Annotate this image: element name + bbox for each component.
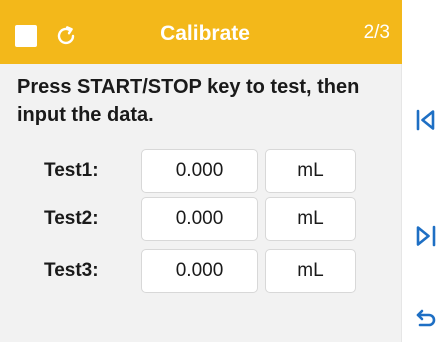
test-unit-field[interactable]: mL <box>265 197 356 241</box>
test-row: Test3: 0.000 mL <box>0 249 402 293</box>
checkbox-square-icon[interactable] <box>15 25 37 47</box>
skip-to-start-icon[interactable] <box>414 108 438 132</box>
test-unit-field[interactable]: mL <box>265 249 356 293</box>
test-unit-field[interactable]: mL <box>265 149 356 193</box>
test-row: Test1: 0.000 mL <box>0 149 402 193</box>
test-value-field[interactable]: 0.000 <box>141 249 258 293</box>
test-row: Test2: 0.000 mL <box>0 197 402 241</box>
back-icon[interactable] <box>414 306 438 330</box>
page-title: Calibrate <box>160 22 250 45</box>
test-value-field[interactable]: 0.000 <box>141 197 258 241</box>
test-label: Test2: <box>44 208 99 229</box>
test-label: Test1: <box>44 160 99 181</box>
test-label: Test3: <box>44 260 99 281</box>
page-indicator: 2/3 <box>363 22 390 43</box>
skip-to-end-icon[interactable] <box>414 224 438 248</box>
instruction-text: Press START/STOP key to test, then input… <box>17 76 360 126</box>
calibrate-panel: Calibrate 2/3 Press START/STOP key to te… <box>0 0 402 342</box>
header-bar: Calibrate 2/3 <box>0 0 402 64</box>
test-value-field[interactable]: 0.000 <box>141 149 258 193</box>
